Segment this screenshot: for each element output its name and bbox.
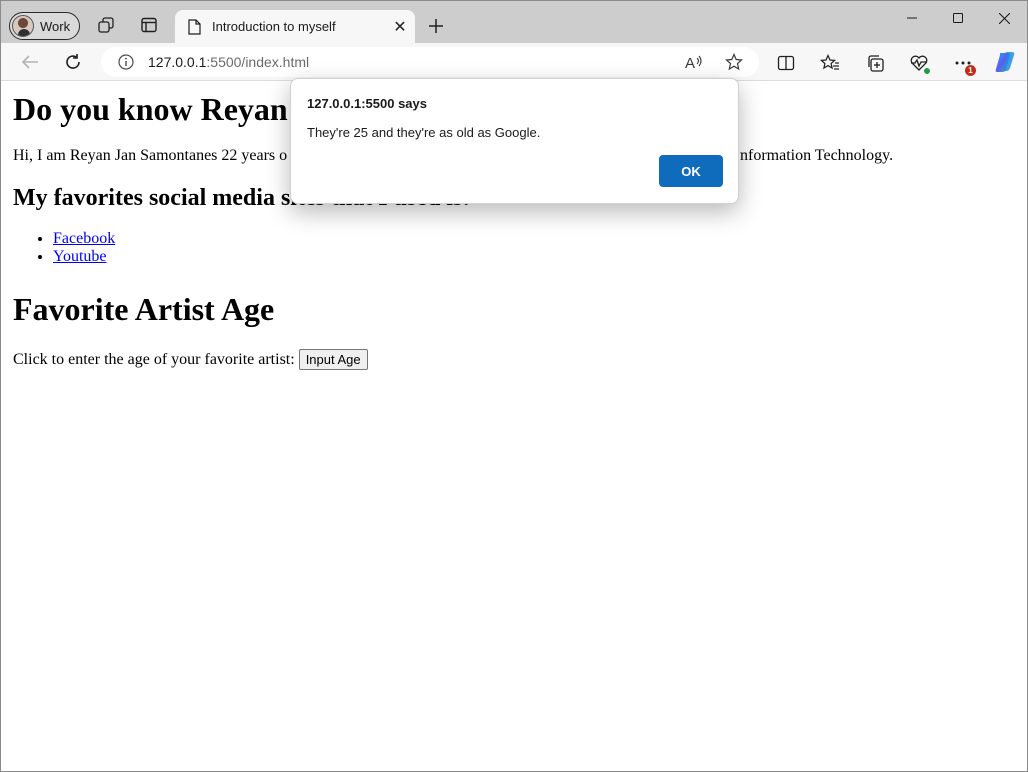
- title-bar: Work Introduction to myself ✕: [1, 1, 1027, 43]
- collections-icon[interactable]: [864, 52, 886, 74]
- refresh-button[interactable]: [59, 50, 87, 74]
- close-icon: [998, 12, 1010, 24]
- plus-icon: [429, 19, 443, 33]
- artist-prompt-row: Click to enter the age of your favorite …: [13, 349, 368, 370]
- dialog-title: 127.0.0.1:5500 says: [307, 96, 427, 111]
- ok-button[interactable]: OK: [659, 155, 723, 187]
- intro-text-right: nformation Technology.: [740, 147, 894, 164]
- artist-prompt-text: Click to enter the age of your favorite …: [13, 350, 295, 368]
- tab-actions-icon[interactable]: [139, 15, 159, 35]
- split-screen-icon[interactable]: [775, 52, 797, 74]
- maximize-button[interactable]: [935, 1, 981, 35]
- page-heading: Do you know Reyan: [13, 91, 288, 127]
- document-icon: [188, 18, 201, 35]
- workspaces-icon[interactable]: [96, 15, 116, 35]
- star-icon[interactable]: [723, 52, 745, 72]
- address-bar[interactable]: 127.0.0.1:5500/index.html A: [101, 47, 759, 77]
- info-icon[interactable]: [118, 54, 134, 70]
- social-links-list: Facebook Youtube: [13, 230, 115, 266]
- maximize-icon: [953, 13, 963, 23]
- browser-window: Work Introduction to myself ✕ 127.0.0.1:…: [0, 0, 1028, 772]
- status-dot: [923, 67, 931, 75]
- new-tab-button[interactable]: [425, 15, 447, 37]
- facebook-link[interactable]: Facebook: [53, 230, 115, 247]
- more-icon[interactable]: 1: [952, 52, 976, 76]
- minimize-button[interactable]: [889, 1, 935, 35]
- intro-text-left: Hi, I am Reyan Jan Samontanes 22 years o: [13, 147, 288, 164]
- minimize-icon: [907, 17, 917, 19]
- list-item: Facebook: [53, 230, 115, 248]
- copilot-icon[interactable]: [993, 50, 1017, 74]
- back-button[interactable]: [16, 50, 44, 74]
- artist-heading: Favorite Artist Age: [13, 291, 275, 327]
- tab-title: Introduction to myself: [212, 19, 336, 34]
- active-tab[interactable]: Introduction to myself ✕: [175, 10, 415, 43]
- url-text[interactable]: 127.0.0.1:5500/index.html: [148, 54, 309, 70]
- back-arrow-icon: [21, 55, 38, 69]
- notification-badge: 1: [965, 65, 976, 76]
- tab-close-icon[interactable]: ✕: [385, 12, 415, 42]
- toolbar: 127.0.0.1:5500/index.html A 1: [1, 43, 1027, 81]
- favorites-icon[interactable]: [819, 52, 841, 74]
- profile-label: Work: [40, 18, 71, 34]
- url-path: :5500/index.html: [206, 54, 310, 70]
- alert-dialog: 127.0.0.1:5500 says They're 25 and they'…: [290, 78, 739, 204]
- url-host: 127.0.0.1: [148, 54, 207, 70]
- heartbeat-icon[interactable]: [908, 52, 931, 75]
- input-age-button[interactable]: Input Age: [298, 349, 368, 370]
- youtube-link[interactable]: Youtube: [53, 248, 107, 265]
- close-window-button[interactable]: [981, 1, 1027, 35]
- read-aloud-icon[interactable]: A: [683, 52, 705, 72]
- profile-button[interactable]: Work: [9, 12, 80, 40]
- list-item: Youtube: [53, 248, 115, 266]
- svg-text:A: A: [685, 55, 695, 71]
- avatar: [12, 15, 34, 37]
- refresh-icon: [66, 54, 80, 69]
- dialog-message: They're 25 and they're as old as Google.: [307, 125, 541, 140]
